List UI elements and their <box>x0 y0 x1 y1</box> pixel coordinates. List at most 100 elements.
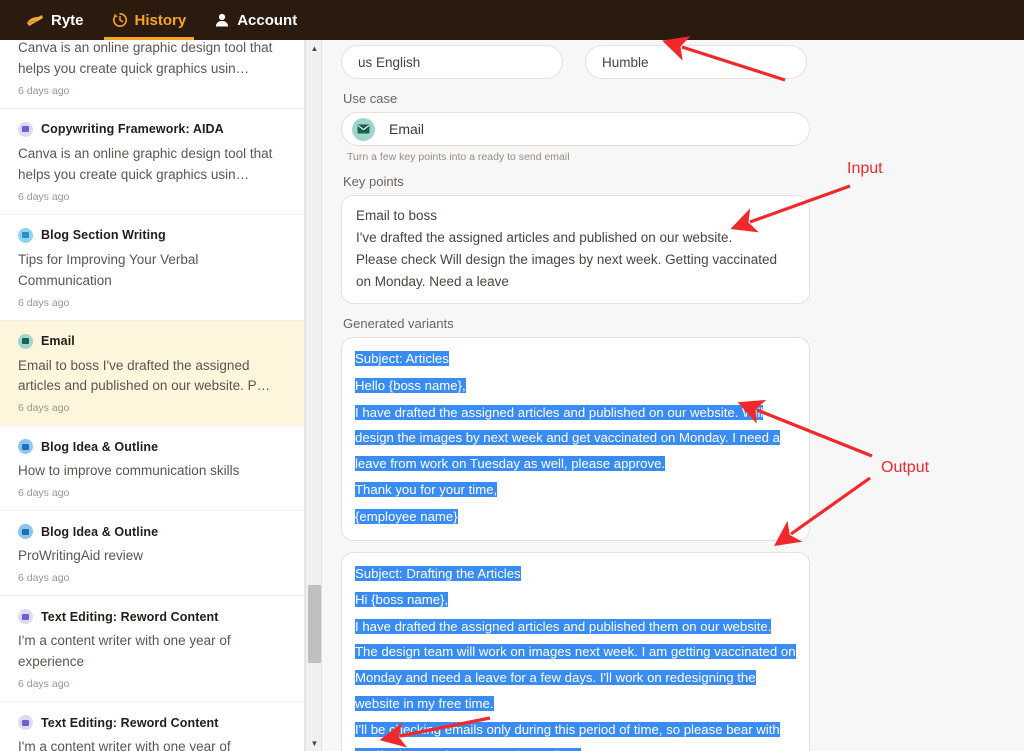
nav-item-account[interactable]: Account <box>200 0 311 40</box>
history-item-type-icon <box>18 439 33 454</box>
history-list-item[interactable]: Blog Section Writing Tips for Improving Y… <box>0 215 304 321</box>
history-list-item[interactable]: Copywriting Framework: AIDA Canva is an o… <box>0 109 304 215</box>
history-item-snippet: Email to boss I've drafted the assigned … <box>18 356 286 398</box>
variant-paragraph: Subject: Drafting the Articles <box>355 561 796 587</box>
language-tone-row: us English Humble <box>341 45 807 79</box>
top-navigation-bar: Ryte History Account <box>0 0 1024 40</box>
variant-paragraph: Hi {boss name}, <box>355 587 796 613</box>
sidebar-scrollbar[interactable]: ▲ ▼ <box>305 40 322 751</box>
history-item-title: Blog Idea & Outline <box>41 440 158 454</box>
keypoints-label: Key points <box>343 174 807 189</box>
variant-text-selected: I have drafted the assigned articles and… <box>355 405 780 471</box>
history-item-timestamp: 6 days ago <box>18 678 286 690</box>
history-item-timestamp: 6 days ago <box>18 297 286 309</box>
envelope-icon <box>352 118 375 141</box>
variant-text-selected: Hi {boss name}, <box>355 592 448 607</box>
history-item-timestamp: 6 days ago <box>18 191 286 203</box>
hand-write-icon <box>26 13 44 27</box>
history-item-header: Text Editing: Reword Content <box>18 715 286 730</box>
language-select[interactable]: us English <box>341 45 563 79</box>
variant-paragraph: I'll be checking emails only during this… <box>355 717 796 751</box>
history-item-timestamp: 6 days ago <box>18 402 286 414</box>
history-list-item[interactable]: Text Editing: Reword Content I'm a conten… <box>0 702 304 751</box>
usecase-help-text: Turn a few key points into a ready to se… <box>347 151 807 163</box>
history-item-type-icon <box>18 524 33 539</box>
variant-paragraph: I have drafted the assigned articles and… <box>355 614 796 716</box>
generated-variants-list: Subject: Articles Hello {boss name}, I hav… <box>341 337 807 751</box>
app-root: Ryte History Account Copywri <box>0 0 1024 751</box>
language-value: us English <box>358 55 420 70</box>
main-content-panel: us English Humble Use case Email Turn a … <box>323 40 1024 751</box>
history-item-timestamp: 6 days ago <box>18 85 286 97</box>
keypoints-content: Email to bossI've drafted the assigned a… <box>356 205 795 292</box>
usecase-value: Email <box>389 121 424 137</box>
history-item-snippet: I'm a content writer with one year of <box>18 737 286 751</box>
history-list-item[interactable]: Text Editing: Reword Content I'm a conten… <box>0 596 304 702</box>
history-item-type-icon <box>18 228 33 243</box>
history-item-title: Text Editing: Reword Content <box>41 716 219 730</box>
history-item-snippet: Canva is an online graphic design tool t… <box>18 40 286 80</box>
usecase-label: Use case <box>343 91 807 106</box>
history-item-header: Blog Idea & Outline <box>18 524 286 539</box>
nav-item-ryte-label: Ryte <box>51 12 84 29</box>
history-item-title: Email <box>41 334 75 348</box>
history-list-item[interactable]: Copywriting Framework: AIDACanva is an o… <box>0 40 304 109</box>
variant-text-selected: {employee name} <box>355 509 458 524</box>
tone-value: Humble <box>602 55 649 70</box>
generated-variant-card[interactable]: Subject: Articles Hello {boss name}, I hav… <box>341 337 810 540</box>
history-list-item[interactable]: Blog Idea & Outline How to improve commun… <box>0 426 304 511</box>
history-item-timestamp: 6 days ago <box>18 487 286 499</box>
history-item-type-icon <box>18 609 33 624</box>
history-item-title: Text Editing: Reword Content <box>41 610 219 624</box>
nav-item-history-label: History <box>135 12 187 29</box>
history-sidebar[interactable]: Copywriting Framework: AIDA Canva is an o… <box>0 40 305 751</box>
variant-text-selected: I'll be checking emails only during this… <box>355 722 780 751</box>
variant-paragraph: I have drafted the assigned articles and… <box>355 400 796 477</box>
tone-select[interactable]: Humble <box>585 45 807 79</box>
keypoints-textarea[interactable]: Email to bossI've drafted the assigned a… <box>341 195 810 304</box>
main-form: us English Humble Use case Email Turn a … <box>323 45 823 751</box>
history-item-header: Blog Idea & Outline <box>18 439 286 454</box>
history-item-header: Copywriting Framework: AIDA <box>18 122 286 137</box>
history-item-type-icon <box>18 122 33 137</box>
keypoints-line: Email to boss <box>356 205 795 227</box>
annotation-input-label: Input <box>847 160 883 178</box>
keypoints-line: Please check Will design the images by n… <box>356 249 795 293</box>
variant-paragraph: Subject: Articles <box>355 346 796 372</box>
history-list-item[interactable]: Blog Idea & Outline ProWritingAid review 6… <box>0 511 304 596</box>
history-item-header: Blog Section Writing <box>18 228 286 243</box>
annotation-output-label: Output <box>881 459 929 477</box>
history-list-item[interactable]: Email Email to boss I've drafted the assi… <box>0 321 304 427</box>
history-item-title: Blog Section Writing <box>41 228 166 242</box>
variant-text-selected: Hello {boss name}, <box>355 378 466 393</box>
variant-text-selected: Thank you for your time, <box>355 482 497 497</box>
history-item-timestamp: 6 days ago <box>18 572 286 584</box>
history-item-header: Email <box>18 334 286 349</box>
variant-text-selected: I have drafted the assigned articles and… <box>355 619 796 711</box>
history-list: Copywriting Framework: AIDA Canva is an o… <box>0 40 304 751</box>
nav-item-ryte[interactable]: Ryte <box>12 0 98 40</box>
history-item-title: Copywriting Framework: AIDA <box>41 122 224 136</box>
history-item-snippet: Canva is an online graphic design tool t… <box>18 144 286 186</box>
history-item-type-icon <box>18 334 33 349</box>
history-item-snippet: Tips for Improving Your Verbal Communica… <box>18 250 286 292</box>
history-item-title: Blog Idea & Outline <box>41 525 158 539</box>
usecase-select[interactable]: Email <box>341 112 810 146</box>
history-item-snippet: ProWritingAid review <box>18 546 286 567</box>
variant-text-selected: Subject: Articles <box>355 351 449 366</box>
variants-label: Generated variants <box>343 316 807 331</box>
scrollbar-thumb[interactable] <box>308 585 321 663</box>
history-item-header: Text Editing: Reword Content <box>18 609 286 624</box>
history-item-type-icon <box>18 715 33 730</box>
nav-item-account-label: Account <box>237 12 297 29</box>
scroll-down-arrow-icon[interactable]: ▼ <box>306 735 323 751</box>
variant-paragraph: {employee name} <box>355 504 796 530</box>
user-icon <box>214 12 230 28</box>
history-item-snippet: I'm a content writer with one year of ex… <box>18 631 286 673</box>
variant-text-selected: Subject: Drafting the Articles <box>355 566 521 581</box>
scroll-up-arrow-icon[interactable]: ▲ <box>306 40 323 56</box>
history-item-snippet: How to improve communication skills <box>18 461 286 482</box>
generated-variant-card[interactable]: Subject: Drafting the Articles Hi {boss n… <box>341 552 810 751</box>
nav-item-history[interactable]: History <box>98 0 201 40</box>
keypoints-line: I've drafted the assigned articles and p… <box>356 227 795 249</box>
